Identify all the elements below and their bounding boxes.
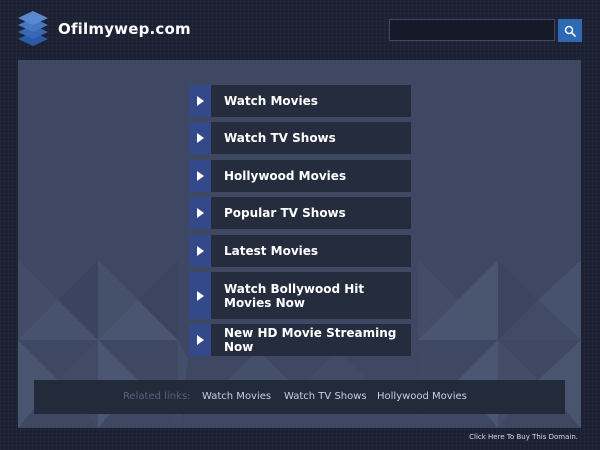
site-header: Ofilmywep.com — [0, 0, 600, 60]
menu-item-bollywood-hit-movies[interactable]: Watch Bollywood Hit Movies Now — [189, 272, 411, 319]
menu-item-hd-movie-streaming[interactable]: New HD Movie Streaming Now — [189, 324, 411, 356]
related-link-watch-movies[interactable]: Watch Movies — [202, 391, 271, 402]
search-button[interactable] — [558, 19, 582, 42]
stacked-layers-icon[interactable] — [16, 10, 50, 48]
related-links-label: Related links: — [123, 391, 191, 402]
menu-item-label: Watch Bollywood Hit Movies Now — [224, 281, 365, 310]
menu-item-watch-movies[interactable]: Watch Movies — [189, 85, 411, 117]
search-input[interactable] — [389, 19, 555, 41]
play-arrow-icon — [189, 85, 211, 117]
menu-item-label: Popular TV Shows — [224, 206, 346, 220]
search-icon — [564, 25, 576, 37]
menu-item-label: Latest Movies — [224, 244, 319, 258]
menu-item-label: Watch TV Shows — [224, 131, 336, 145]
menu-item-popular-tv-shows[interactable]: Popular TV Shows — [189, 197, 411, 229]
buy-domain-link[interactable]: Click Here To Buy This Domain. — [469, 433, 578, 441]
play-arrow-icon — [189, 324, 211, 356]
menu-item-latest-movies[interactable]: Latest Movies — [189, 235, 411, 267]
related-link-hollywood-movies[interactable]: Hollywood Movies — [377, 391, 467, 402]
content-panel: Watch Movies Watch TV Shows Hollywood Mo… — [18, 60, 581, 428]
related-link-watch-tv-shows[interactable]: Watch TV Shows — [284, 391, 367, 402]
menu-item-label: Watch Movies — [224, 94, 318, 108]
related-links-bar: Related links: Watch Movies Watch TV Sho… — [34, 380, 565, 414]
play-arrow-icon — [189, 160, 211, 192]
menu-item-label: New HD Movie Streaming Now — [224, 326, 397, 354]
play-arrow-icon — [189, 122, 211, 154]
menu-item-label: Hollywood Movies — [224, 169, 347, 183]
play-arrow-icon — [189, 197, 211, 229]
menu-item-watch-tv-shows[interactable]: Watch TV Shows — [189, 122, 411, 154]
play-arrow-icon — [189, 272, 211, 319]
play-arrow-icon — [189, 235, 211, 267]
menu-item-hollywood-movies[interactable]: Hollywood Movies — [189, 160, 411, 192]
site-title[interactable]: Ofilmywep.com — [58, 20, 191, 38]
